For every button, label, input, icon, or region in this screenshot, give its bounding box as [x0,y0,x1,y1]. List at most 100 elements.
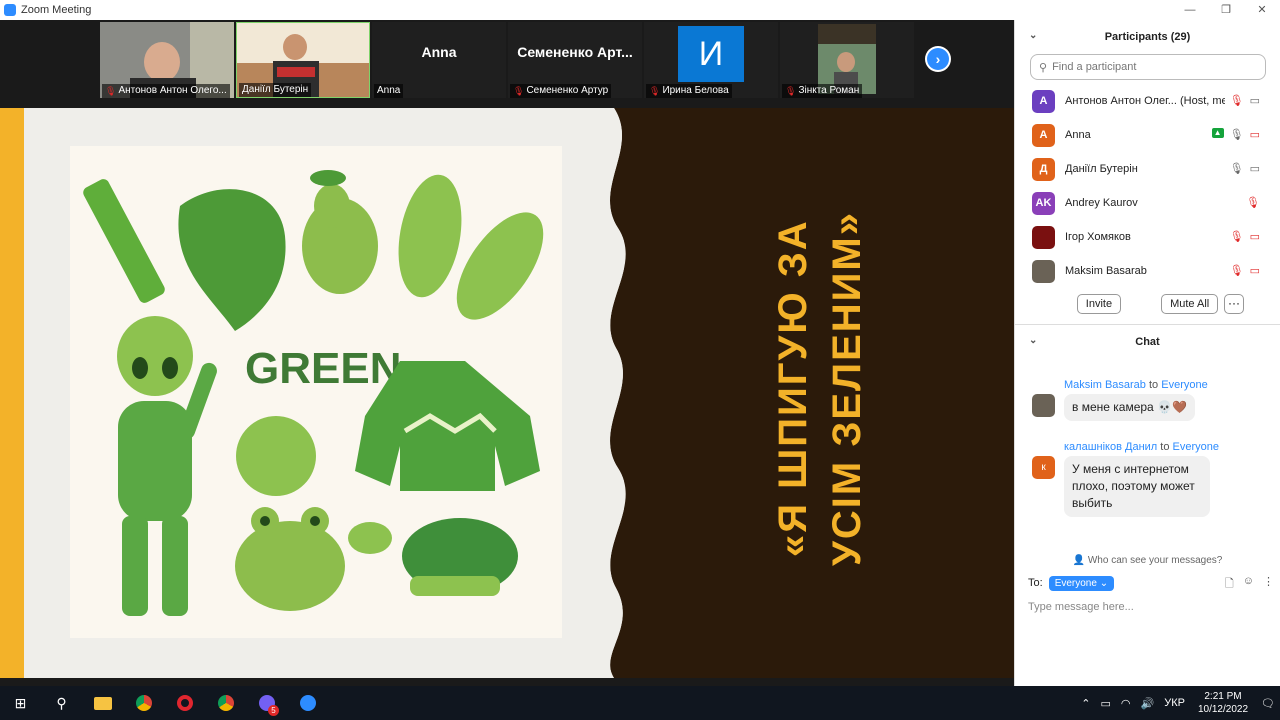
tile-avatar: И [678,26,744,82]
recipient-row: To: Everyone ⌄ 🗋 ☺ ⋮ [1015,571,1280,595]
chat-message: калашніков Данил to Everyone к У меня с … [1032,441,1262,517]
recipient-name: Everyone [1161,379,1208,391]
avatar: A [1032,89,1055,113]
search-icon[interactable]: ⚲ [41,686,82,720]
wavy-edge [600,108,650,678]
participant-name: Антонов Антон Олег... (Host, me) [1065,95,1225,107]
mic-off-icon[interactable]: 🎙 [1230,264,1244,277]
more-options-button[interactable]: ··· [1224,294,1244,314]
who-can-see-link[interactable]: 👤 Who can see your messages? [1015,551,1280,571]
clock[interactable]: 2:21 PM 10/12/2022 [1198,690,1248,716]
mic-off-icon: 🎙 [513,86,525,96]
chrome-icon[interactable] [123,686,164,720]
volume-icon[interactable]: 🔊 [1141,697,1155,710]
turtle-icon [348,518,518,596]
mic-off-icon[interactable]: 🎙 [1230,94,1244,107]
camera-off-icon[interactable]: ▭ [1250,128,1260,141]
participant-search-input[interactable]: ⚲ Find a participant [1030,54,1266,80]
close-button[interactable]: ✕ [1244,0,1280,20]
tile-display-name: Anna [421,44,457,60]
language-indicator[interactable]: УКР [1164,697,1185,709]
chat-header: ⌄ Chat [1029,335,1160,348]
more-icon[interactable]: ⋮ [1263,575,1274,594]
participant-row[interactable]: A Антонов Антон Олег... (Host, me) 🎙 ▭ [1015,84,1280,118]
chat-input[interactable]: Type message here... [1015,595,1280,619]
tile-name: Даніїл Бутерін [239,83,312,97]
chevron-right-icon: › [927,48,949,70]
participant-row[interactable]: Д Даніїл Бутерін 🎙 ▭ [1015,152,1280,186]
participant-row[interactable]: Ігор Хомяков 🎙 ▭ [1015,220,1280,254]
green-things-illustration: GREEN [70,146,562,638]
minimize-button[interactable]: — [1172,0,1208,20]
mic-off-icon[interactable]: 🎙 [1246,196,1260,209]
tile-name: 🎙 Семененко Артур [510,84,612,98]
participants-header: ⌄ Participants (29) [1029,30,1191,43]
participant-row[interactable]: A Anna ▲ 🎙 ▭ [1015,118,1280,152]
mic-icon[interactable]: 🎙 [1230,128,1244,141]
leaf-icon [178,189,286,331]
collapse-chevron-icon[interactable]: ⌄ [1029,30,1037,41]
tile-display-name: Семененко Арт... [517,44,633,60]
viber-icon[interactable]: 5 [246,686,287,720]
svg-text:GREEN: GREEN [245,344,401,393]
recipient-dropdown[interactable]: Everyone ⌄ [1048,575,1115,591]
video-tile[interactable]: И 🎙 Ирина Белова [644,22,778,98]
camera-icon[interactable]: ▭ [1250,94,1260,107]
avatar [1032,259,1055,283]
file-icon[interactable]: 🗋 [1225,575,1234,594]
video-tile[interactable]: Семененко Арт... 🎙 Семененко Артур [508,22,642,98]
slide-accent-bar [0,108,24,678]
mic-off-icon: 🎙 [649,86,661,96]
green-word: GREEN [245,344,401,393]
file-explorer-icon[interactable] [82,686,123,720]
chat-messages: Maksim Basarab to Everyone в мене камера… [1015,359,1280,551]
mic-off-icon: 🎙 [105,86,117,96]
mic-icon[interactable]: 🎙 [1230,162,1244,175]
right-panel: ⌄ Participants (29) ⚲ Find a participant… [1014,20,1280,686]
participant-row[interactable]: Maksim Basarab 🎙 ▭ [1015,254,1280,284]
meeting-stage: 🎙 Антонов Антон Олего... Даніїл Бутерін A… [0,20,1014,686]
system-tray: ⌃ ▭ ◠ 🔊 УКР 2:21 PM 10/12/2022 🗨 [1076,686,1280,720]
camera-off-icon[interactable]: ▭ [1250,230,1260,243]
start-icon[interactable]: ⊞ [0,686,41,720]
participant-name: Даніїл Бутерін [1065,163,1138,175]
chat-message: Maksim Basarab to Everyone в мене камера… [1032,379,1262,421]
avatar: A [1032,123,1055,147]
notifications-icon[interactable]: 🗨 [1261,697,1275,710]
wifi-icon[interactable]: ◠ [1121,697,1131,710]
slide-title: «Я ШПИГУЮ ЗА УСІМ ЗЕЛЕНИМ» [771,210,869,566]
windows-taskbar: ⊞ ⚲ 5 ⌃ ▭ ◠ 🔊 УКР 2:21 PM 10/12/2022 🗨 [0,686,1280,720]
participant-row[interactable]: AK Andrey Kaurov 🎙 [1015,186,1280,220]
mic-off-icon[interactable]: 🎙 [1230,230,1244,243]
maximize-button[interactable]: ❐ [1208,0,1244,20]
video-tile[interactable]: Anna Anna [372,22,506,98]
opera-icon[interactable] [164,686,205,720]
viber-badge: 5 [268,705,279,716]
recipient-name: Everyone [1172,441,1220,453]
sender-name[interactable]: калашніков Данил [1064,441,1157,453]
chrome-profile-icon[interactable] [205,686,246,720]
tile-name: 🎙 Антонов Антон Олего... [102,84,230,98]
video-tile[interactable]: 🎙 Зінкта Роман [780,22,914,98]
tile-name: 🎙 Зінкта Роман [782,84,863,98]
emoji-icon[interactable]: ☺ [1243,575,1254,594]
participant-name: Ігор Хомяков [1065,231,1131,243]
chevron-up-icon[interactable]: ⌃ [1081,697,1090,710]
battery-icon[interactable]: ▭ [1101,697,1111,710]
screen-share-icon: ▲ [1211,128,1224,138]
avatar: AK [1032,191,1055,215]
invite-button[interactable]: Invite [1076,294,1122,314]
zoom-icon[interactable] [287,686,328,720]
next-page-button[interactable]: › [925,46,951,72]
search-icon: ⚲ [1039,61,1048,74]
mute-all-button[interactable]: Mute All [1161,294,1219,314]
video-tile-active[interactable]: Даніїл Бутерін [236,22,370,98]
pear-icon [302,170,378,294]
camera-icon[interactable]: ▭ [1250,162,1260,175]
video-tile[interactable]: 🎙 Антонов Антон Олего... [100,22,234,98]
mic-off-icon: 🎙 [785,86,797,96]
avatar [1032,225,1055,249]
sender-name[interactable]: Maksim Basarab [1064,379,1146,391]
camera-off-icon[interactable]: ▭ [1250,264,1260,277]
collapse-chevron-icon[interactable]: ⌄ [1029,335,1037,346]
